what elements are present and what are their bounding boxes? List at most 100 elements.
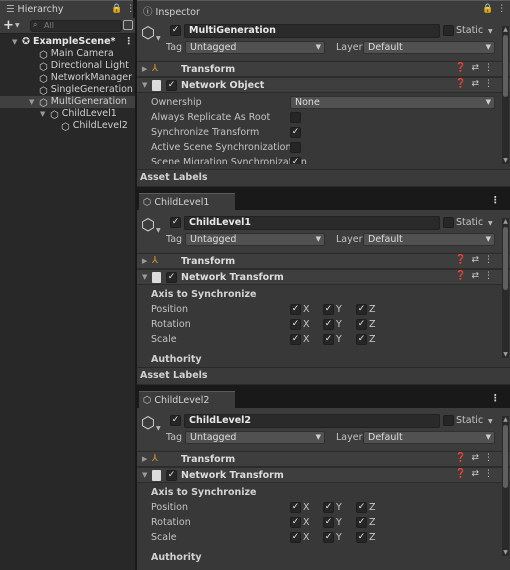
axis-checkbox[interactable]: ✓ [323, 304, 334, 315]
active-checkbox[interactable]: ✓ [170, 25, 181, 36]
lock-icon[interactable]: 🔒 [111, 4, 126, 14]
scene-item[interactable]: ▼ ✪ ExampleScene* ⋮ [0, 36, 135, 48]
tag-dropdown[interactable]: Untagged ▼ [185, 431, 325, 444]
fold-arrow-icon[interactable]: ▶ [142, 257, 147, 265]
scrollbar-thumb[interactable] [503, 425, 508, 488]
object-name-field[interactable]: MultiGeneration [184, 24, 440, 38]
static-dropdown-icon[interactable]: ▼ [488, 28, 493, 35]
fold-arrow-icon[interactable]: ▼ [29, 96, 34, 108]
add-button[interactable]: + [3, 18, 14, 33]
scroll-up-arrow[interactable]: ▲ [502, 416, 509, 423]
active-checkbox[interactable]: ✓ [170, 217, 181, 228]
preset-icon[interactable]: ⇄ [471, 255, 484, 265]
more-menu-icon[interactable]: ⋮ [484, 271, 498, 281]
active-checkbox[interactable]: ✓ [170, 415, 181, 426]
layer-dropdown[interactable]: Default ▼ [363, 431, 495, 444]
help-icon[interactable]: ❓ [455, 79, 471, 89]
preset-icon[interactable]: ⇄ [471, 63, 484, 73]
object-name-field[interactable]: ChildLevel1 [184, 216, 440, 230]
fold-arrow-icon[interactable]: ▶ [142, 455, 147, 463]
layer-dropdown[interactable]: Default ▼ [363, 41, 495, 54]
fold-arrow-icon[interactable]: ▼ [12, 36, 17, 48]
preset-icon[interactable]: ⇄ [471, 79, 484, 89]
help-icon[interactable]: ❓ [455, 255, 471, 265]
tag-dropdown[interactable]: Untagged ▼ [185, 233, 325, 246]
scroll-up-arrow[interactable]: ▲ [502, 218, 509, 225]
axis-checkbox[interactable]: ✓ [290, 319, 301, 330]
axis-checkbox[interactable]: ✓ [356, 532, 367, 543]
help-icon[interactable]: ❓ [455, 63, 471, 73]
hierarchy-item[interactable]: ⬡ SingleGeneration [0, 84, 135, 97]
static-dropdown-icon[interactable]: ▼ [488, 220, 493, 227]
field-checkbox[interactable] [290, 142, 301, 153]
axis-checkbox[interactable]: ✓ [356, 319, 367, 330]
more-menu-icon[interactable]: ⋮ [491, 195, 501, 206]
hierarchy-item[interactable]: ⬡ Main Camera [0, 48, 135, 61]
hierarchy-item[interactable]: ▼ ⬡ MultiGeneration [0, 96, 135, 109]
fold-arrow-icon[interactable]: ▼ [142, 81, 147, 89]
help-icon[interactable]: ❓ [455, 271, 471, 281]
tab-hierarchy[interactable]: ☰ Hierarchy 🔒⋮ [0, 0, 135, 18]
more-menu-icon[interactable]: ⋮ [484, 63, 498, 73]
vertical-scrollbar[interactable]: ▲ ▼ [502, 26, 509, 164]
search-input[interactable]: ⌕ All [30, 20, 122, 32]
transform-component-header[interactable]: ▶ ⅄ Transform ❓⇄⋮ [137, 61, 510, 77]
help-icon[interactable]: ❓ [455, 453, 471, 463]
transform-component-header[interactable]: ▶ ⅄ Transform ❓⇄⋮ [137, 253, 510, 269]
ownership-dropdown[interactable]: None ▼ [290, 96, 495, 109]
preset-icon[interactable]: ⇄ [471, 271, 484, 281]
tab-properties[interactable]: ⬡ ChildLevel1 [139, 193, 235, 210]
scroll-down-arrow[interactable]: ▼ [502, 351, 509, 358]
axis-checkbox[interactable]: ✓ [290, 532, 301, 543]
scrollbar-thumb[interactable] [503, 227, 508, 290]
object-name-field[interactable]: ChildLevel2 [184, 414, 440, 428]
axis-checkbox[interactable]: ✓ [323, 517, 334, 528]
axis-checkbox[interactable]: ✓ [323, 319, 334, 330]
network-transform-component-header[interactable]: ▼ ✓ Network Transform ❓⇄⋮ [137, 467, 510, 483]
lock-icon[interactable]: 🔒 [482, 4, 497, 14]
fold-arrow-icon[interactable]: ▼ [142, 273, 147, 281]
more-menu-icon[interactable]: ⋮ [484, 255, 498, 265]
static-dropdown-icon[interactable]: ▼ [488, 418, 493, 425]
asset-labels-section[interactable]: Asset Labels [137, 169, 510, 187]
fold-arrow-icon[interactable]: ▶ [142, 65, 147, 73]
scroll-down-arrow[interactable]: ▼ [502, 549, 509, 556]
field-checkbox[interactable] [290, 112, 301, 123]
static-checkbox[interactable] [443, 415, 454, 426]
tab-inspector[interactable]: ⓘ Inspector 🔒⋮ [137, 0, 510, 18]
hierarchy-item[interactable]: ⬡ Directional Light [0, 60, 135, 73]
vertical-scrollbar[interactable]: ▲ ▼ [502, 218, 509, 358]
field-checkbox[interactable]: ✓ [290, 157, 301, 164]
asset-labels-section[interactable]: Asset Labels [137, 367, 510, 385]
axis-checkbox[interactable]: ✓ [323, 532, 334, 543]
axis-checkbox[interactable]: ✓ [290, 334, 301, 345]
hierarchy-item[interactable]: ⬡ ChildLevel2 [0, 120, 135, 133]
axis-checkbox[interactable]: ✓ [323, 334, 334, 345]
fold-arrow-icon[interactable]: ▼ [142, 471, 147, 479]
network-object-component-header[interactable]: ▼ ✓ Network Object ❓⇄⋮ [137, 77, 510, 93]
static-checkbox[interactable] [443, 25, 454, 36]
tag-dropdown[interactable]: Untagged ▼ [185, 41, 325, 54]
more-menu-icon[interactable]: ⋮ [497, 4, 510, 14]
fold-arrow-icon[interactable]: ▼ [40, 108, 45, 120]
axis-checkbox[interactable]: ✓ [356, 334, 367, 345]
more-menu-icon[interactable]: ⋮ [484, 469, 498, 479]
more-menu-icon[interactable]: ⋮ [484, 453, 498, 463]
preset-icon[interactable]: ⇄ [471, 453, 484, 463]
field-checkbox[interactable]: ✓ [290, 127, 301, 138]
hierarchy-item[interactable]: ▼ ⬡ ChildLevel1 [0, 108, 135, 121]
vertical-scrollbar[interactable]: ▲ ▼ [502, 416, 509, 556]
more-menu-icon[interactable]: ⋮ [124, 36, 134, 48]
layer-dropdown[interactable]: Default ▼ [363, 233, 495, 246]
axis-checkbox[interactable]: ✓ [290, 304, 301, 315]
axis-checkbox[interactable]: ✓ [356, 502, 367, 513]
scrollbar-thumb[interactable] [503, 35, 508, 97]
static-checkbox[interactable] [443, 217, 454, 228]
network-transform-component-header[interactable]: ▼ ✓ Network Transform ❓⇄⋮ [137, 269, 510, 285]
preset-icon[interactable]: ⇄ [471, 469, 484, 479]
axis-checkbox[interactable]: ✓ [323, 502, 334, 513]
tab-properties[interactable]: ⬡ ChildLevel2 [139, 391, 235, 408]
scroll-down-arrow[interactable]: ▼ [502, 157, 509, 164]
component-enabled-checkbox[interactable]: ✓ [166, 80, 177, 91]
filter-icon[interactable] [123, 20, 133, 30]
